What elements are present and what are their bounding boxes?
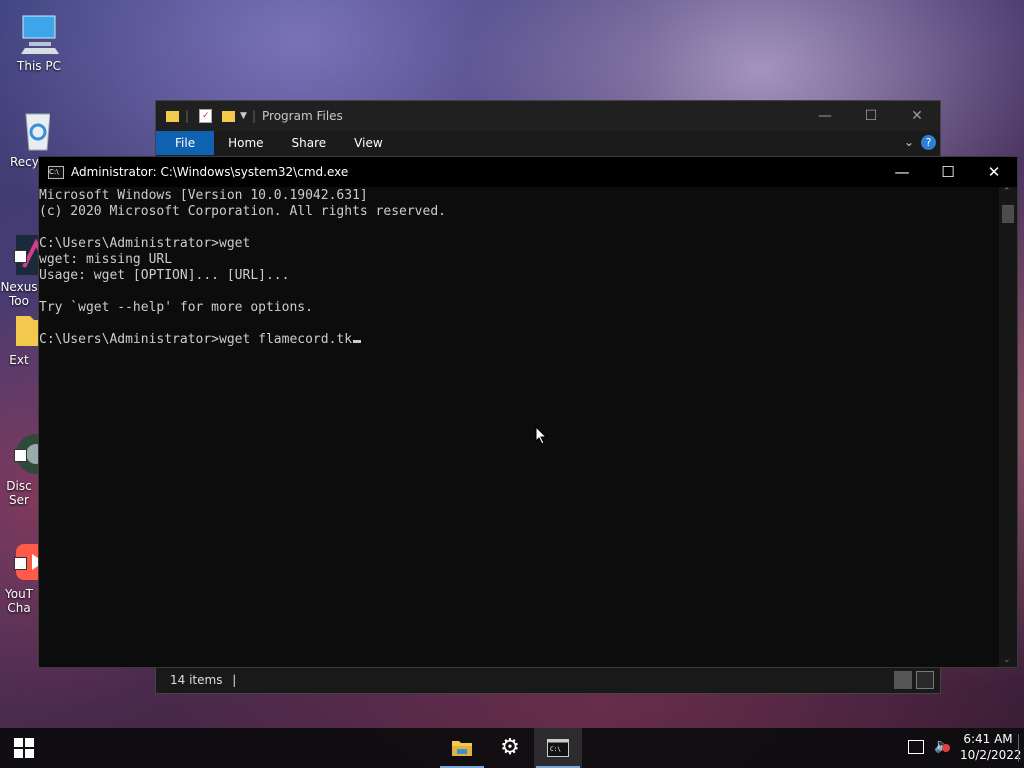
file-explorer-icon bbox=[452, 741, 472, 756]
nexus-tool-icon bbox=[14, 219, 38, 275]
computer-icon bbox=[17, 12, 61, 56]
console-input-line[interactable]: C:\Users\Administrator>wget flamecord.tk bbox=[39, 332, 999, 348]
folder-icon bbox=[166, 110, 179, 122]
console-line: Microsoft Windows [Version 10.0.19042.63… bbox=[39, 188, 368, 203]
explorer-ribbon: File Home Share View ⌄ ? bbox=[156, 131, 940, 155]
mouse-pointer-icon bbox=[535, 425, 549, 450]
recycle-bin-icon bbox=[16, 108, 50, 152]
taskbar-file-explorer[interactable] bbox=[438, 728, 486, 768]
volume-muted-icon[interactable]: 🔈 bbox=[934, 738, 951, 754]
scroll-up-icon[interactable]: ⌃ bbox=[1003, 187, 1011, 197]
network-icon[interactable] bbox=[908, 740, 924, 754]
scroll-down-icon[interactable]: ⌄ bbox=[1003, 655, 1011, 665]
cmd-window[interactable]: C:\ Administrator: C:\Windows\system32\c… bbox=[38, 156, 1018, 668]
desktop-icon-label: This PC bbox=[17, 59, 61, 73]
separator: | bbox=[232, 673, 237, 687]
command-input[interactable]: C:\Users\Administrator>wget flamecord.tk bbox=[39, 332, 352, 347]
tab-view[interactable]: View bbox=[340, 131, 396, 155]
console-line: Try `wget --help' for more options. bbox=[39, 300, 313, 315]
separator: | bbox=[251, 109, 257, 123]
cmd-titlebar[interactable]: C:\ Administrator: C:\Windows\system32\c… bbox=[39, 157, 1017, 187]
close-button[interactable]: ✕ bbox=[971, 157, 1017, 187]
desktop-icon-nexus-tool[interactable]: Nexus Too bbox=[0, 205, 38, 308]
desktop-icon-label: Ext bbox=[9, 353, 29, 367]
windows-logo-icon bbox=[14, 738, 34, 758]
desktop-icon-ext-folder[interactable]: Ext bbox=[0, 306, 38, 367]
taskbar: ⚙ C:\ 🔈 6:41 AM 10/2/2022 bbox=[0, 728, 1024, 768]
explorer-title: Program Files bbox=[262, 109, 343, 123]
desktop-icon-label: Disc Ser bbox=[6, 479, 32, 507]
console-output[interactable]: Microsoft Windows [Version 10.0.19042.63… bbox=[39, 187, 999, 667]
maximize-button[interactable]: ☐ bbox=[848, 101, 894, 131]
tab-home[interactable]: Home bbox=[214, 131, 277, 155]
vertical-scrollbar[interactable]: ⌃ ⌄ bbox=[999, 187, 1017, 667]
explorer-titlebar: | ✓ ▼ | Program Files — ☐ ✕ bbox=[156, 101, 940, 131]
youtube-icon bbox=[14, 526, 38, 580]
properties-icon[interactable]: ✓ bbox=[199, 109, 213, 123]
details-view-icon[interactable] bbox=[894, 671, 912, 689]
cmd-app-icon: C:\ bbox=[48, 165, 64, 179]
discord-icon bbox=[14, 418, 38, 474]
clock-date: 10/2/2022 bbox=[960, 748, 1022, 762]
scrollbar-thumb[interactable] bbox=[1002, 205, 1014, 223]
settings-icon: ⚙ bbox=[500, 735, 520, 760]
console-line: (c) 2020 Microsoft Corporation. All righ… bbox=[39, 204, 446, 219]
clock-time: 6:41 AM bbox=[963, 732, 1013, 746]
clock[interactable]: 6:41 AM 10/2/2022 bbox=[960, 731, 1022, 763]
tab-share[interactable]: Share bbox=[278, 131, 341, 155]
console-line: Usage: wget [OPTION]... [URL]... bbox=[39, 268, 290, 283]
desktop-icon-discord[interactable]: Disc Ser bbox=[0, 404, 38, 507]
start-button[interactable] bbox=[0, 728, 48, 768]
new-folder-icon[interactable] bbox=[222, 110, 236, 122]
cmd-title: Administrator: C:\Windows\system32\cmd.e… bbox=[71, 165, 349, 179]
desktop-icon-youtube[interactable]: YouT Cha bbox=[0, 512, 38, 615]
minimize-button[interactable]: — bbox=[802, 101, 848, 131]
text-cursor bbox=[353, 340, 362, 343]
close-button[interactable]: ✕ bbox=[894, 101, 940, 131]
help-icon[interactable]: ? bbox=[921, 135, 936, 150]
minimize-button[interactable]: — bbox=[879, 157, 925, 187]
desktop-icon-label: Nexus Too bbox=[0, 280, 38, 308]
cmd-icon: C:\ bbox=[547, 739, 569, 757]
maximize-button[interactable]: ☐ bbox=[925, 157, 971, 187]
desktop-icon-label: YouT Cha bbox=[4, 587, 33, 615]
customize-toolbar-icon[interactable]: ▼ bbox=[240, 111, 247, 121]
separator: | bbox=[185, 109, 190, 123]
show-desktop-button[interactable] bbox=[1018, 734, 1019, 762]
console-line: wget: missing URL bbox=[39, 252, 173, 267]
explorer-statusbar: 14 items | bbox=[156, 667, 940, 693]
taskbar-cmd[interactable]: C:\ bbox=[534, 728, 582, 768]
tab-file[interactable]: File bbox=[156, 131, 215, 155]
console-line: C:\Users\Administrator>wget bbox=[39, 236, 251, 251]
item-count: 14 items bbox=[170, 673, 223, 687]
large-icons-view-icon[interactable] bbox=[916, 671, 934, 689]
svg-text:C:\: C:\ bbox=[550, 746, 561, 753]
folder-icon bbox=[14, 306, 38, 350]
taskbar-settings[interactable]: ⚙ bbox=[486, 728, 534, 768]
desktop-icon-this-pc[interactable]: This PC bbox=[4, 12, 74, 73]
expand-ribbon-icon[interactable]: ⌄ bbox=[904, 135, 914, 149]
